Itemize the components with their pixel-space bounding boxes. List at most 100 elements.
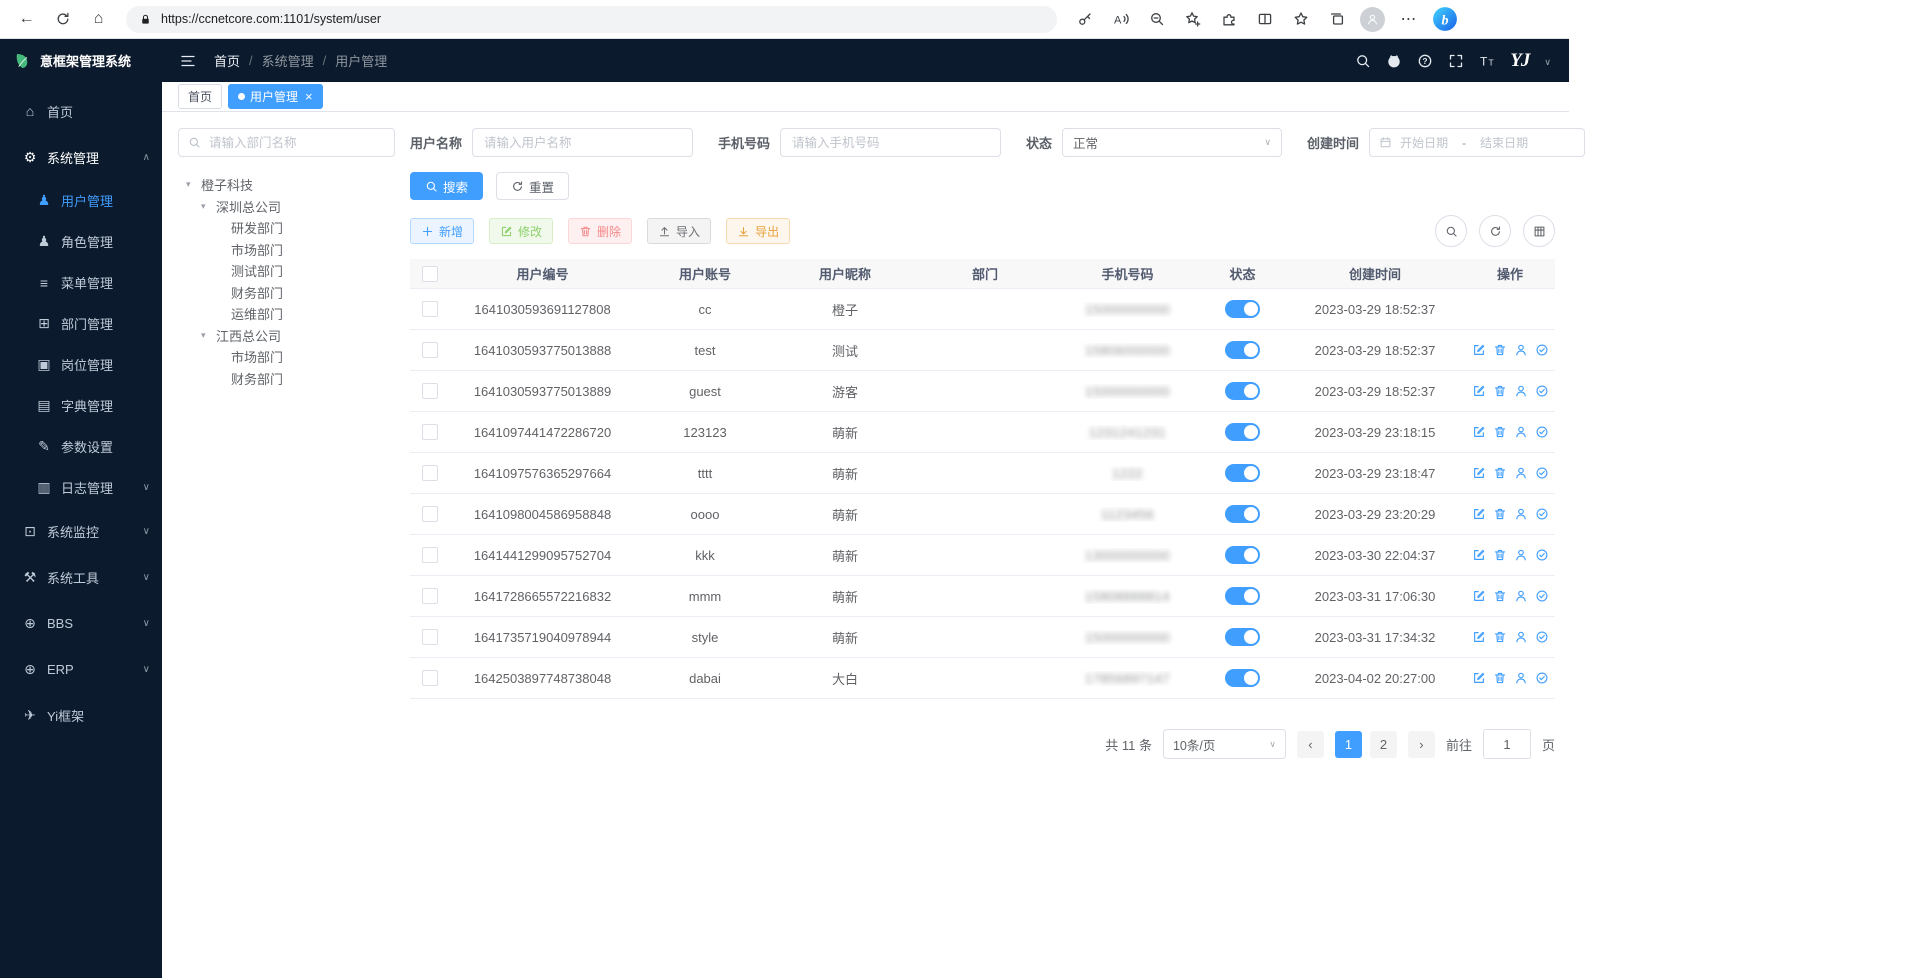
reset-button[interactable]: 重置 — [496, 172, 569, 200]
breadcrumb-item[interactable]: 用户管理 — [335, 51, 387, 70]
sidebar-item[interactable]: ⚒系统工具∨ — [0, 554, 162, 600]
page-button[interactable]: 1 — [1335, 731, 1362, 758]
row-checkbox[interactable] — [422, 465, 438, 481]
tree-node[interactable]: 市场部门 — [178, 346, 395, 368]
close-tab-icon[interactable]: × — [305, 89, 313, 104]
reset-password-button[interactable] — [1514, 589, 1528, 603]
extensions-button[interactable] — [1212, 4, 1245, 34]
breadcrumb-item[interactable]: 首页 — [214, 51, 240, 70]
brand-logo[interactable]: YJ — [1510, 50, 1529, 72]
date-range-picker[interactable]: 开始日期 - 结束日期 — [1369, 128, 1585, 157]
row-checkbox[interactable] — [422, 506, 438, 522]
status-toggle[interactable] — [1225, 669, 1260, 687]
delete-button[interactable] — [1493, 384, 1507, 398]
toggle-search-button[interactable] — [1435, 215, 1467, 247]
delete-button[interactable] — [1493, 589, 1507, 603]
phone-input[interactable] — [780, 128, 1001, 157]
row-checkbox[interactable] — [422, 301, 438, 317]
page-button[interactable]: 2 — [1370, 731, 1397, 758]
reset-password-button[interactable] — [1514, 507, 1528, 521]
sidebar-item[interactable]: ✈Yi框架 — [0, 692, 162, 738]
status-toggle[interactable] — [1225, 587, 1260, 605]
column-settings-button[interactable] — [1523, 215, 1555, 247]
sidebar-item[interactable]: ♟用户管理 — [0, 180, 162, 221]
add-button[interactable]: 新增 — [410, 218, 474, 244]
view-tab[interactable]: 首页 — [178, 84, 222, 109]
sidebar-item[interactable]: ✎参数设置 — [0, 426, 162, 467]
tree-node[interactable]: 财务部门 — [178, 368, 395, 390]
authorize-button[interactable] — [1535, 466, 1549, 480]
search-button[interactable]: 搜索 — [410, 172, 483, 200]
settings-more-button[interactable]: ⋯ — [1392, 4, 1425, 34]
delete-button[interactable] — [1493, 466, 1507, 480]
edit-button[interactable] — [1472, 384, 1486, 398]
status-select[interactable]: 正常 ∨ — [1062, 128, 1282, 157]
read-aloud-button[interactable]: A — [1104, 4, 1137, 34]
font-size-button[interactable]: TT — [1479, 53, 1495, 69]
sidebar-item[interactable]: ⚙系统管理∧ — [0, 134, 162, 180]
username-input[interactable] — [472, 128, 693, 157]
delete-button[interactable] — [1493, 630, 1507, 644]
tree-node[interactable]: 财务部门 — [178, 282, 395, 304]
edit-button[interactable] — [1472, 425, 1486, 439]
import-button[interactable]: 导入 — [647, 218, 711, 244]
tree-node[interactable]: ▾深圳总公司 — [178, 196, 395, 218]
tree-node[interactable]: ▾橙子科技 — [178, 174, 395, 196]
reset-password-button[interactable] — [1514, 630, 1528, 644]
status-toggle[interactable] — [1225, 300, 1260, 318]
view-tab[interactable]: 用户管理× — [228, 84, 323, 109]
authorize-button[interactable] — [1535, 671, 1549, 685]
edit-button[interactable] — [1472, 343, 1486, 357]
delete-button[interactable] — [1493, 671, 1507, 685]
row-checkbox[interactable] — [422, 670, 438, 686]
authorize-button[interactable] — [1535, 384, 1549, 398]
sidebar-item[interactable]: ▣岗位管理 — [0, 344, 162, 385]
home-button[interactable]: ⌂ — [82, 4, 115, 34]
sidebar-item[interactable]: ▥日志管理∨ — [0, 467, 162, 508]
back-button[interactable]: ← — [10, 4, 43, 34]
reset-password-button[interactable] — [1514, 466, 1528, 480]
tree-node[interactable]: 市场部门 — [178, 239, 395, 261]
collapse-menu-button[interactable] — [180, 53, 196, 69]
delete-button[interactable] — [1493, 425, 1507, 439]
tree-node[interactable]: 运维部门 — [178, 303, 395, 325]
sidebar-item[interactable]: ⊡系统监控∨ — [0, 508, 162, 554]
address-bar[interactable]: https://ccnetcore.com:1101/system/user — [126, 6, 1057, 33]
row-checkbox[interactable] — [422, 629, 438, 645]
status-toggle[interactable] — [1225, 464, 1260, 482]
breadcrumb-item[interactable]: 系统管理 — [262, 51, 314, 70]
collections-button[interactable] — [1320, 4, 1353, 34]
goto-page-input[interactable] — [1483, 729, 1531, 759]
sidebar-item[interactable]: ♟角色管理 — [0, 221, 162, 262]
status-toggle[interactable] — [1225, 505, 1260, 523]
edit-button[interactable] — [1472, 548, 1486, 562]
reset-password-button[interactable] — [1514, 548, 1528, 562]
row-checkbox[interactable] — [422, 342, 438, 358]
zoom-button[interactable] — [1140, 4, 1173, 34]
tree-node[interactable]: 研发部门 — [178, 217, 395, 239]
sidebar-item[interactable]: ≡菜单管理 — [0, 262, 162, 303]
delete-button[interactable] — [1493, 507, 1507, 521]
status-toggle[interactable] — [1225, 423, 1260, 441]
sidebar-item[interactable]: ⊞部门管理 — [0, 303, 162, 344]
page-size-select[interactable]: 10条/页 ∨ — [1163, 729, 1286, 759]
sidebar-item[interactable]: ⊕ERP∨ — [0, 646, 162, 692]
row-checkbox[interactable] — [422, 588, 438, 604]
copilot-button[interactable]: b — [1428, 4, 1461, 34]
row-checkbox[interactable] — [422, 383, 438, 399]
next-page-button[interactable]: › — [1408, 731, 1435, 758]
authorize-button[interactable] — [1535, 425, 1549, 439]
sidebar-item[interactable]: ⌂首页 — [0, 88, 162, 134]
authorize-button[interactable] — [1535, 343, 1549, 357]
status-toggle[interactable] — [1225, 628, 1260, 646]
password-key-button[interactable] — [1068, 4, 1101, 34]
prev-page-button[interactable]: ‹ — [1297, 731, 1324, 758]
sidebar-item[interactable]: ⊕BBS∨ — [0, 600, 162, 646]
refresh-button[interactable] — [46, 4, 79, 34]
row-checkbox[interactable] — [422, 424, 438, 440]
github-button[interactable] — [1386, 53, 1402, 69]
edit-button[interactable] — [1472, 507, 1486, 521]
status-toggle[interactable] — [1225, 382, 1260, 400]
edit-button[interactable] — [1472, 466, 1486, 480]
authorize-button[interactable] — [1535, 548, 1549, 562]
